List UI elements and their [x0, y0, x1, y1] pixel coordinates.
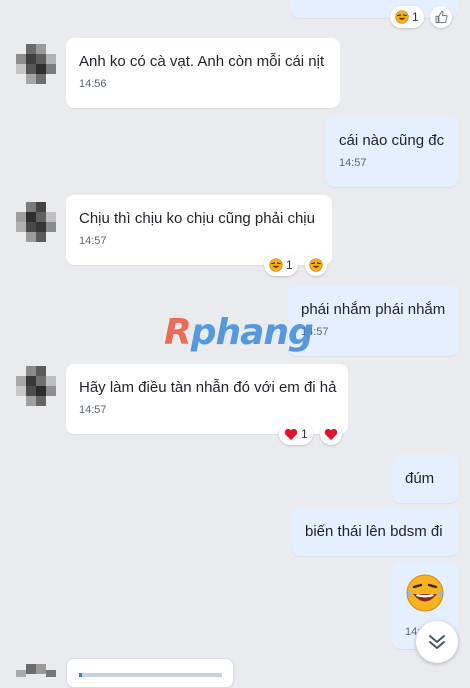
message-text: biến thái lên bdsm đi — [305, 523, 443, 540]
message-bubble-incoming[interactable]: Anh ko có cà vạt. Anh còn mỗi cái nịt 14… — [66, 38, 340, 108]
message-time: 14:56 — [79, 78, 107, 90]
laugh-emoji-icon — [395, 10, 409, 24]
avatar[interactable] — [16, 366, 56, 406]
message-time: 14:57 — [79, 235, 107, 247]
double-chevron-down-icon — [429, 635, 445, 649]
message-text: Chịu thì chịu ko chịu cũng phải chịu — [79, 210, 315, 227]
reaction-pill[interactable]: 1 — [390, 6, 424, 28]
reaction-pill[interactable]: 1 — [264, 254, 298, 276]
message-bubble-incoming[interactable] — [66, 658, 234, 688]
message-time: 14:57 — [79, 404, 107, 416]
message-bubble-outgoing[interactable]: phái nhắm phái nhắm 14:57 — [288, 286, 458, 356]
message-text: phái nhắm phái nhắm — [301, 301, 446, 318]
reaction-count: 1 — [412, 10, 419, 24]
message-bubble-outgoing[interactable]: biến thái lên bdsm đi — [292, 508, 458, 556]
like-reaction-button[interactable] — [430, 6, 452, 28]
add-reaction-button[interactable] — [320, 423, 342, 445]
laughing-tears-emoji-icon — [406, 574, 444, 612]
avatar[interactable] — [16, 664, 56, 677]
thumbs-up-icon — [435, 10, 448, 24]
message-text: cái nào cũng đc — [339, 132, 445, 149]
add-reaction-button[interactable] — [305, 254, 327, 276]
heart-icon — [324, 428, 338, 440]
reaction-pill[interactable]: 1 — [279, 423, 313, 445]
avatar[interactable] — [16, 202, 56, 242]
message-time: 14:57 — [339, 157, 367, 169]
message-text: đúm — [405, 470, 435, 487]
avatar[interactable] — [16, 44, 56, 84]
message-text: Hãy làm điều tàn nhẫn đó với em đi hả — [79, 379, 337, 396]
reaction-count: 1 — [301, 427, 308, 441]
laugh-emoji-icon — [309, 258, 323, 272]
message-bubble-outgoing[interactable]: cái nào cũng đc 14:57 — [326, 117, 458, 187]
message-bubble-outgoing[interactable]: đúm — [392, 455, 458, 503]
watermark-logo: Rphang — [164, 312, 314, 353]
heart-icon — [284, 428, 298, 440]
scroll-to-bottom-button[interactable] — [416, 621, 458, 663]
laugh-emoji-icon — [269, 258, 283, 272]
message-time: 14:57 — [301, 326, 329, 338]
reaction-count: 1 — [286, 258, 293, 272]
message-text: Anh ko có cà vạt. Anh còn mỗi cái nịt — [79, 53, 325, 70]
link-preview-line — [79, 673, 222, 677]
